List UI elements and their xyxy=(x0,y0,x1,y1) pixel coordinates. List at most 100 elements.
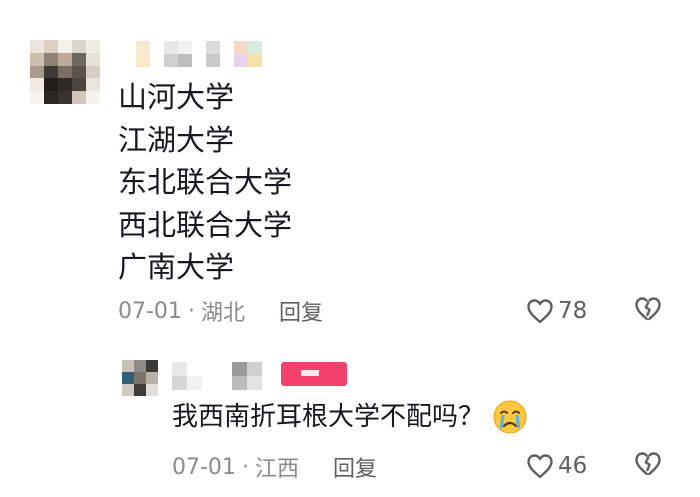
mosaic-pixel xyxy=(234,41,248,54)
reply-button[interactable]: 回复 xyxy=(333,451,377,483)
mosaic-pixel xyxy=(220,54,234,67)
mosaic-pixel xyxy=(178,41,192,54)
mosaic-pixel xyxy=(58,78,72,92)
mosaic-pixel xyxy=(58,91,72,104)
mosaic-pixel xyxy=(58,52,72,66)
reply-avatar[interactable] xyxy=(122,360,158,396)
reply-meta: 07-01 · 江西 回复 xyxy=(172,451,377,483)
mosaic-pixel xyxy=(220,41,234,54)
mosaic-pixel xyxy=(134,372,146,384)
avatar[interactable] xyxy=(30,40,100,104)
mosaic-pixel xyxy=(247,362,262,376)
mosaic-pixel xyxy=(136,54,150,67)
mosaic-pixel xyxy=(206,41,220,54)
comment-line: 西北联合大学 xyxy=(118,207,293,242)
mosaic-pixel xyxy=(122,41,136,54)
mosaic-pixel xyxy=(248,54,262,67)
mosaic-pixel xyxy=(217,362,232,376)
heart-outline-icon xyxy=(527,299,553,324)
comment-line: 山河大学 xyxy=(118,80,235,114)
mosaic-pixel xyxy=(44,52,58,66)
mosaic-pixel xyxy=(86,78,100,92)
mosaic-pixel xyxy=(150,54,164,67)
mosaic-pixel xyxy=(122,54,136,67)
mosaic-pixel xyxy=(136,41,150,54)
reply-comment: 我西南折耳根大学不配吗？ xyxy=(172,397,528,437)
mosaic-pixel xyxy=(58,40,72,53)
crying-face-emoji xyxy=(493,400,527,434)
comment-date: 07-01 xyxy=(118,298,182,324)
like-count: 46 xyxy=(558,453,588,479)
mosaic-pixel xyxy=(134,384,146,396)
reply-location: 江西 xyxy=(254,457,299,482)
mosaic-pixel xyxy=(164,54,178,67)
mosaic-pixel xyxy=(30,65,44,79)
comment-thread: 山河大学 江湖大学 东北联合大学 西北联合大学 广南大学 07-01 · 湖北 … xyxy=(0,0,700,497)
mosaic-pixel xyxy=(164,41,178,54)
mosaic-pixel xyxy=(262,362,277,376)
comment-location: 湖北 xyxy=(200,301,245,326)
mosaic-pixel xyxy=(187,376,202,390)
mosaic-pixel xyxy=(172,362,187,376)
mosaic-pixel xyxy=(72,52,86,66)
comment-text: 山河大学 江湖大学 东北联合大学 西北联合大学 广南大学 xyxy=(118,76,292,289)
mosaic-pixel xyxy=(122,384,134,396)
broken-heart-icon xyxy=(635,297,661,321)
meta-separator: · xyxy=(187,298,195,324)
mosaic-pixel xyxy=(217,376,232,390)
comment-line: 广南大学 xyxy=(118,250,235,284)
mosaic-pixel xyxy=(86,40,100,53)
mosaic-pixel xyxy=(44,40,58,53)
mosaic-pixel xyxy=(187,362,202,376)
like-count: 78 xyxy=(558,298,588,324)
mosaic-pixel xyxy=(86,91,100,104)
mosaic-pixel xyxy=(72,65,86,79)
mosaic-pixel xyxy=(262,376,277,390)
mosaic-pixel xyxy=(122,372,134,384)
mosaic-pixel xyxy=(146,384,158,396)
mosaic-pixel xyxy=(44,65,58,79)
meta-separator: · xyxy=(241,454,249,480)
comment-line: 东北联合大学 xyxy=(118,165,293,199)
user-badge xyxy=(281,362,347,386)
username[interactable] xyxy=(122,41,262,67)
mosaic-pixel xyxy=(72,78,86,92)
mosaic-pixel xyxy=(172,376,187,390)
heart-outline-icon xyxy=(527,454,553,479)
mosaic-pixel xyxy=(234,54,248,67)
reply-date: 07-01 xyxy=(172,454,236,480)
comment-line: 江湖大学 xyxy=(118,122,235,157)
mosaic-pixel xyxy=(146,360,158,372)
mosaic-pixel xyxy=(30,40,44,53)
mosaic-pixel xyxy=(30,91,44,104)
mosaic-pixel xyxy=(86,65,100,79)
mosaic-pixel xyxy=(232,376,247,390)
mosaic-pixel xyxy=(30,78,44,92)
reply-username[interactable] xyxy=(172,362,277,390)
dislike-button[interactable] xyxy=(634,451,662,481)
mosaic-pixel xyxy=(150,41,164,54)
dislike-button[interactable] xyxy=(634,296,662,326)
mosaic-pixel xyxy=(72,91,86,104)
mosaic-pixel xyxy=(178,54,192,67)
mosaic-pixel xyxy=(72,40,86,53)
mosaic-pixel xyxy=(206,54,220,67)
mosaic-pixel xyxy=(232,362,247,376)
mosaic-pixel xyxy=(44,91,58,104)
mosaic-pixel xyxy=(134,360,146,372)
like-button[interactable]: 78 xyxy=(526,295,587,327)
mosaic-pixel xyxy=(202,376,217,390)
reply-button[interactable]: 回复 xyxy=(279,295,323,327)
mosaic-pixel xyxy=(30,52,44,66)
mosaic-pixel xyxy=(86,52,100,66)
mosaic-pixel xyxy=(202,362,217,376)
mosaic-pixel xyxy=(44,78,58,92)
mosaic-pixel xyxy=(146,372,158,384)
mosaic-pixel xyxy=(248,41,262,54)
reply-text: 我西南折耳根大学不配吗？ xyxy=(172,402,485,432)
mosaic-pixel xyxy=(192,41,206,54)
mosaic-pixel xyxy=(58,65,72,79)
mosaic-pixel xyxy=(122,360,134,372)
comment-meta: 07-01 · 湖北 回复 xyxy=(118,295,323,327)
like-button[interactable]: 46 xyxy=(526,450,587,482)
